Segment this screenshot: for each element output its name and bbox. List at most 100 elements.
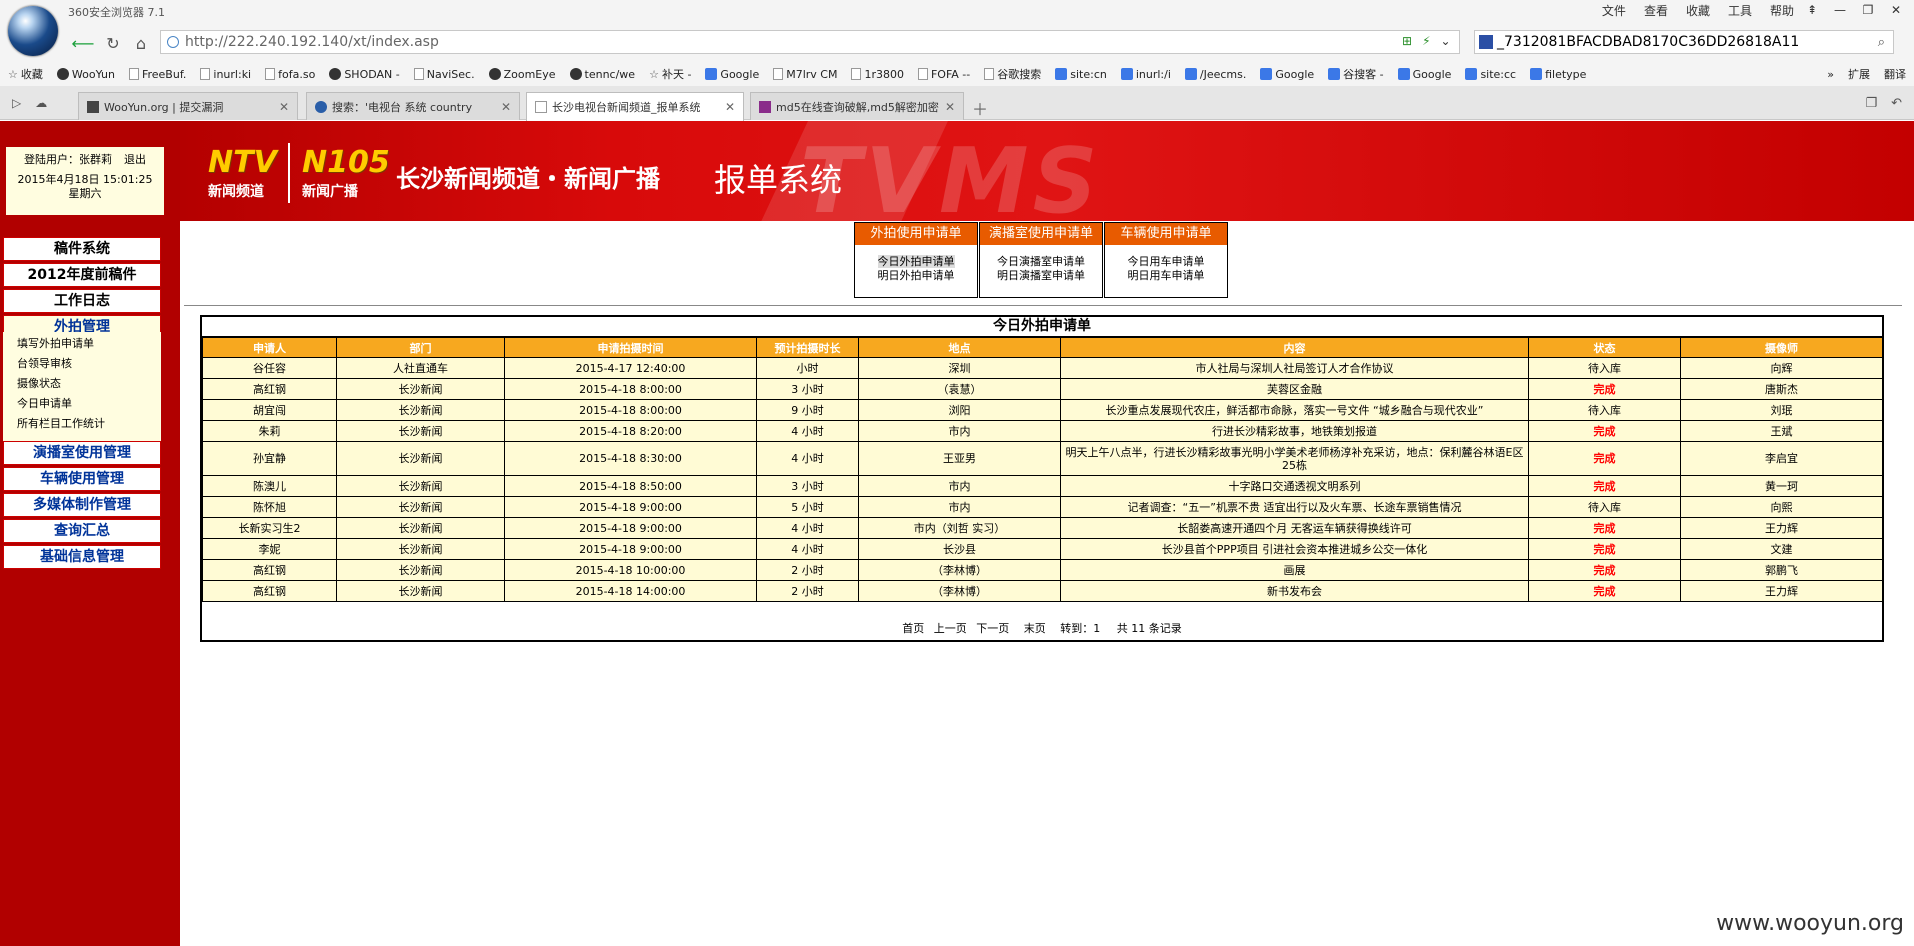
tab-wooyun[interactable]: WooYun.org | 提交漏洞 ✕ [78,92,298,120]
google-icon [705,68,718,80]
compat-mode-icon[interactable]: ⊞ [1402,34,1412,48]
close-icon[interactable]: ✕ [279,100,289,114]
bookmark-item[interactable]: Google [1260,68,1314,81]
tab-search[interactable]: 搜索：'电视台 系统 country ✕ [306,92,520,120]
bookmark-item[interactable]: 谷搜客 - [1328,66,1384,82]
bookmark-item[interactable]: SHODAN - [329,68,400,81]
new-tab-icon[interactable]: ＋ [972,96,988,120]
cloud-icon[interactable]: ☁ [35,96,47,110]
browser-title: 360安全浏览器 7.1 [68,6,165,19]
submenu-today-applications[interactable]: 今日申请单 [17,394,161,414]
page-icon [265,68,276,80]
bookmark-item[interactable]: FreeBuf. [128,68,186,81]
menu-multimedia[interactable]: 多媒体制作管理 [3,493,161,517]
logout-link[interactable]: 退出 [124,153,146,167]
minimize-icon[interactable]: — [1826,0,1854,20]
bookmark-item[interactable]: FOFA -- [917,68,970,81]
bookmark-item[interactable]: NaviSec. [413,68,475,81]
cell-applicant: 李妮 [202,538,337,560]
link-today-field-shoot[interactable]: 今日外拍申请单 [877,255,955,268]
home-icon[interactable]: ⌂ [130,32,152,54]
menu-help[interactable]: 帮助 [1770,2,1794,19]
undo-close-icon[interactable]: ↶ [1891,96,1902,111]
search-engine-icon [315,100,327,113]
sidebar-toggle-icon[interactable]: ▷ [12,96,21,110]
close-icon[interactable]: ✕ [501,100,511,114]
submenu-camera-status[interactable]: 摄像状态 [17,374,161,394]
bookmark-item[interactable]: Google [1397,68,1451,81]
menu-studio[interactable]: 演播室使用管理 [3,441,161,465]
pager-last[interactable]: 末页 [1024,622,1046,635]
link-tomorrow-vehicle[interactable]: 明日用车申请单 [1105,269,1227,283]
menu-basic-info[interactable]: 基础信息管理 [3,545,161,569]
bookmark-item[interactable]: fofa.so [265,68,315,81]
pager-first[interactable]: 首页 [902,622,924,635]
more-bookmarks-icon[interactable]: » [1827,68,1834,81]
bookmark-item[interactable]: ☆ 收藏 [8,66,43,82]
menu-file[interactable]: 文件 [1602,2,1626,19]
tab-right-tools: ❐ ↶ [1865,96,1902,111]
search-icon[interactable]: ⌕ [1878,35,1885,50]
pin-icon[interactable]: ⇞ [1798,0,1826,20]
close-icon[interactable]: ✕ [945,100,955,114]
pager-prev[interactable]: 上一页 [934,622,967,635]
menu-tools[interactable]: 工具 [1728,2,1752,19]
menu-2012-manuscripts[interactable]: 2012年度前稿件 [3,263,161,287]
submenu-leader-review[interactable]: 台领导审核 [17,354,161,374]
menu-vehicle[interactable]: 车辆使用管理 [3,467,161,491]
pager-next[interactable]: 下一页 [976,622,1009,635]
search-engine-icon[interactable] [1479,35,1493,49]
refresh-icon[interactable]: ↻ [102,32,124,54]
link-today-vehicle[interactable]: 今日用车申请单 [1105,255,1227,269]
menu-view[interactable]: 查看 [1644,2,1668,19]
bookmark-item[interactable]: filetype [1530,68,1586,81]
close-icon[interactable]: ✕ [1882,0,1910,20]
bookmark-item[interactable]: M7lrv CM [773,68,837,81]
menu-work-log[interactable]: 工作日志 [3,289,161,313]
cell-content: 新书发布会 [1060,580,1529,602]
speed-icon[interactable]: ⚡ [1422,34,1430,48]
table-row: 陈澳儿 长沙新闻 2015-4-18 8:50:00 3 小时 市内 十字路口交通透视文明… [202,475,1883,497]
maximize-icon[interactable]: ❐ [1854,0,1882,20]
menu-manuscript-system[interactable]: 稿件系统 [3,237,161,261]
url-input[interactable]: http://222.240.192.140/xt/index.asp [160,30,1460,54]
submenu-column-stats[interactable]: 所有栏目工作统计 [17,414,161,434]
bookmark-item[interactable]: tennc/we [569,67,636,81]
tab-active-page[interactable]: 长沙电视台新闻频道_报单系统 ✕ [526,92,744,121]
bookmark-item[interactable]: site:cc [1465,68,1516,81]
quick-box-studio: 演播室使用申请单 今日演播室申请单 明日演播室申请单 [979,222,1103,298]
bookmark-item[interactable]: inurl:ki [200,68,251,81]
bookmark-item[interactable]: ZoomEye [488,68,556,81]
table-row: 李妮 长沙新闻 2015-4-18 9:00:00 4 小时 长沙县 长沙县首个PPP项目… [202,538,1883,560]
cell-location: （李林博） [858,559,1061,581]
restore-tabs-icon[interactable]: ❐ [1865,96,1877,111]
pager-goto[interactable]: 转到：1 [1060,622,1100,635]
bookmark-item[interactable]: Google [705,68,759,81]
cell-content: 长韶娄高速开通四个月 无客运车辆获得换线许可 [1060,517,1529,539]
link-today-studio[interactable]: 今日演播室申请单 [980,255,1102,269]
cell-cameraman: 郭鹏飞 [1680,559,1883,581]
google-icon [1260,68,1273,80]
search-input[interactable]: _7312081BFACDBAD8170C36DD26818A11 ⌕ [1474,30,1894,54]
link-tomorrow-studio[interactable]: 明日演播室申请单 [980,269,1102,283]
submenu-fill-application[interactable]: 填写外拍申请单 [17,334,161,354]
back-icon[interactable]: ⟵ [72,32,95,54]
menu-query-summary[interactable]: 查询汇总 [3,519,161,543]
bookmark-item[interactable]: ☆ 补天 - [649,66,691,82]
table-row: 朱莉 长沙新闻 2015-4-18 8:20:00 4 小时 市内 行进长沙精彩故事，地铁… [202,420,1883,442]
bookmark-item[interactable]: inurl:/i [1120,68,1171,81]
cell-status: 完成 [1528,475,1681,497]
bookmark-item[interactable]: site:cn [1055,68,1107,81]
close-icon[interactable]: ✕ [725,100,735,114]
bookmark-item[interactable]: 1r3800 [851,68,904,81]
dropdown-icon[interactable]: ⌄ [1441,34,1451,48]
translate-button[interactable]: 翻译 [1884,66,1906,82]
link-tomorrow-field-shoot[interactable]: 明日外拍申请单 [855,269,977,283]
extensions-button[interactable]: 扩展 [1848,66,1870,82]
bookmark-item[interactable]: /Jeecms. [1184,68,1246,81]
bookmark-item[interactable]: WooYun [56,68,115,81]
tab-md5[interactable]: md5在线查询破解,md5解密加密 ✕ [750,92,964,120]
menu-favorites[interactable]: 收藏 [1686,2,1710,19]
bookmark-label: tennc/we [584,67,636,81]
bookmark-item[interactable]: 谷歌搜索 [984,66,1041,82]
